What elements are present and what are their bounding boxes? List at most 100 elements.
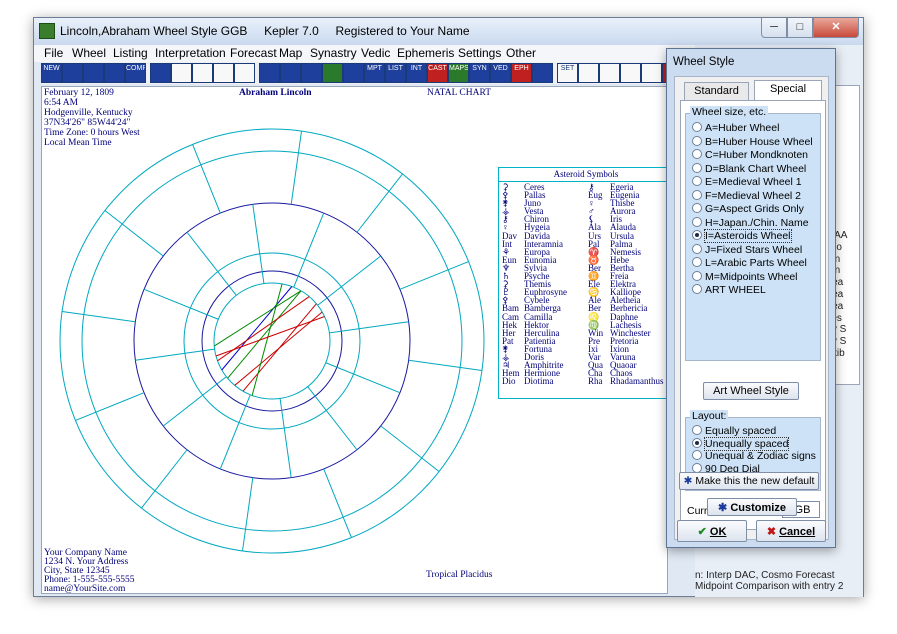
toolbar-button[interactable]: MPT	[364, 63, 385, 83]
toolbar: NEW COMP MPT LIST INT CAST MAPS SYN VED EPH SET	[41, 62, 683, 84]
sign-divider	[242, 477, 254, 552]
tab-special[interactable]: Special	[754, 80, 822, 101]
toolbar-button[interactable]	[234, 63, 255, 83]
menu-synastry[interactable]: Synastry	[310, 46, 357, 60]
radio-button-icon[interactable]	[692, 462, 702, 473]
radio-option[interactable]: Equally spaced	[692, 425, 776, 438]
menu-listing[interactable]: Listing	[113, 46, 148, 60]
menu-other[interactable]: Other	[506, 46, 536, 60]
radio-button-icon[interactable]	[692, 149, 702, 159]
radio-label: G=Aspect Grids Only	[705, 203, 804, 215]
toolbar-button[interactable]	[578, 63, 599, 83]
radio-button-icon[interactable]	[692, 450, 702, 460]
radio-option[interactable]: E=Medieval Wheel 1	[692, 176, 802, 189]
radio-option[interactable]: Unequally spaced	[692, 436, 790, 451]
radio-option[interactable]: M=Midpoints Wheel	[692, 270, 798, 284]
toolbar-button[interactable]	[641, 63, 662, 83]
radio-button-icon[interactable]	[692, 230, 702, 240]
radio-button-icon[interactable]	[692, 425, 702, 435]
ok-button[interactable]: ✔ OK	[677, 520, 747, 542]
cancel-button[interactable]: ✖ Cancel	[756, 520, 826, 542]
radio-option[interactable]: C=Huber Mondknoten	[692, 149, 808, 162]
menu-vedic[interactable]: Vedic	[361, 46, 390, 60]
toolbar-button[interactable]: SET	[557, 63, 578, 83]
menu-forecast[interactable]: Forecast	[230, 46, 277, 60]
radio-option[interactable]: F=Medieval Wheel 2	[692, 189, 802, 203]
close-button[interactable]: ✕	[813, 18, 859, 38]
toolbar-button[interactable]	[343, 63, 364, 83]
app-icon	[39, 23, 55, 39]
toolbar-button[interactable]	[192, 63, 213, 83]
radio-button-icon[interactable]	[692, 203, 702, 213]
radio-option[interactable]: A=Huber Wheel	[692, 122, 779, 135]
toolbar-button[interactable]: SYN	[469, 63, 490, 83]
toolbar-button[interactable]	[171, 63, 192, 83]
radio-label: F=Medieval Wheel 2	[705, 189, 802, 202]
radio-option[interactable]: B=Huber House Wheel	[692, 135, 813, 149]
radio-option[interactable]: L=Arabic Parts Wheel	[692, 257, 807, 270]
toolbar-button[interactable]	[322, 63, 343, 83]
tab-standard[interactable]: Standard	[684, 82, 749, 100]
toolbar-button[interactable]	[259, 63, 280, 83]
toolbar-button[interactable]	[280, 63, 301, 83]
toolbar-button[interactable]	[532, 63, 553, 83]
radio-option[interactable]: ART WHEEL	[692, 284, 766, 297]
radio-option[interactable]: J=Fixed Stars Wheel	[692, 243, 802, 257]
wheel-sign-ring	[81, 150, 463, 532]
customize-button[interactable]: ✱ Customize	[707, 498, 797, 516]
radio-option[interactable]: D=Blank Chart Wheel	[692, 162, 806, 176]
toolbar-button[interactable]	[104, 63, 125, 83]
radio-option[interactable]: Unequal & Zodiac signs	[692, 450, 816, 463]
toolbar-button[interactable]: COMP	[125, 63, 146, 83]
wheel-house-ring	[133, 202, 411, 480]
checkmark-icon: ✔	[697, 525, 707, 538]
menu-wheel[interactable]: Wheel	[72, 46, 106, 60]
menu-file[interactable]: File	[44, 46, 63, 60]
special-tab-panel: Wheel size, etc. A=Huber Wheel B=Huber Ho…	[680, 100, 826, 530]
toolbar-button[interactable]	[150, 63, 171, 83]
house-cusp-line	[135, 348, 215, 361]
menu-interpretation[interactable]: Interpretation	[155, 46, 226, 60]
radio-button-icon[interactable]	[692, 216, 702, 227]
radio-option[interactable]: I=Asteroids Wheel	[692, 229, 792, 243]
radio-option[interactable]: G=Aspect Grids Only	[692, 203, 804, 216]
radio-button-icon[interactable]	[692, 437, 702, 448]
radio-button-icon[interactable]	[692, 284, 702, 294]
radio-option[interactable]: H=Japan./Chin. Name	[692, 216, 809, 230]
asteroid-symbol: Rha	[588, 376, 603, 387]
toolbar-button[interactable]	[620, 63, 641, 83]
asteroid-name: Rhadamanthus	[610, 376, 664, 387]
toolbar-button[interactable]: CAST	[427, 63, 448, 83]
radio-button-icon[interactable]	[692, 135, 702, 146]
toolbar-button[interactable]	[213, 63, 234, 83]
asteroid-row: ♂ Aurora	[588, 207, 664, 216]
menu-settings[interactable]: Settings	[458, 46, 501, 60]
toolbar-button[interactable]: EPH	[511, 63, 532, 83]
toolbar-button[interactable]: VED	[490, 63, 511, 83]
toolbar-button[interactable]: MAPS	[448, 63, 469, 83]
toolbar-button[interactable]	[62, 63, 83, 83]
art-wheel-style-button[interactable]: Art Wheel Style	[703, 382, 799, 400]
radio-button-icon[interactable]	[692, 176, 702, 186]
maximize-button[interactable]: □	[787, 18, 813, 38]
wheel-style-dialog: Wheel Style Standard Special Wheel size,…	[666, 48, 836, 548]
radio-button-icon[interactable]	[692, 189, 702, 200]
radio-button-icon[interactable]	[692, 162, 702, 173]
menu-ephemeris[interactable]: Ephemeris	[397, 46, 454, 60]
toolbar-button[interactable]	[83, 63, 104, 83]
sign-divider	[75, 392, 145, 421]
radio-button-icon[interactable]	[692, 270, 702, 281]
radio-button-icon[interactable]	[692, 122, 702, 132]
toolbar-button[interactable]	[301, 63, 322, 83]
radio-label: L=Arabic Parts Wheel	[705, 257, 807, 269]
make-default-button[interactable]: ✱ Make this the new default	[679, 472, 819, 490]
radio-button-icon[interactable]	[692, 257, 702, 267]
toolbar-button[interactable]: NEW	[41, 63, 62, 83]
toolbar-button[interactable]	[599, 63, 620, 83]
toolbar-button[interactable]: INT	[406, 63, 427, 83]
minimize-button[interactable]: ─	[761, 18, 787, 38]
radio-button-icon[interactable]	[692, 243, 702, 254]
toolbar-button[interactable]: LIST	[385, 63, 406, 83]
menu-map[interactable]: Map	[279, 46, 302, 60]
wheel-planet-ring	[183, 252, 361, 430]
